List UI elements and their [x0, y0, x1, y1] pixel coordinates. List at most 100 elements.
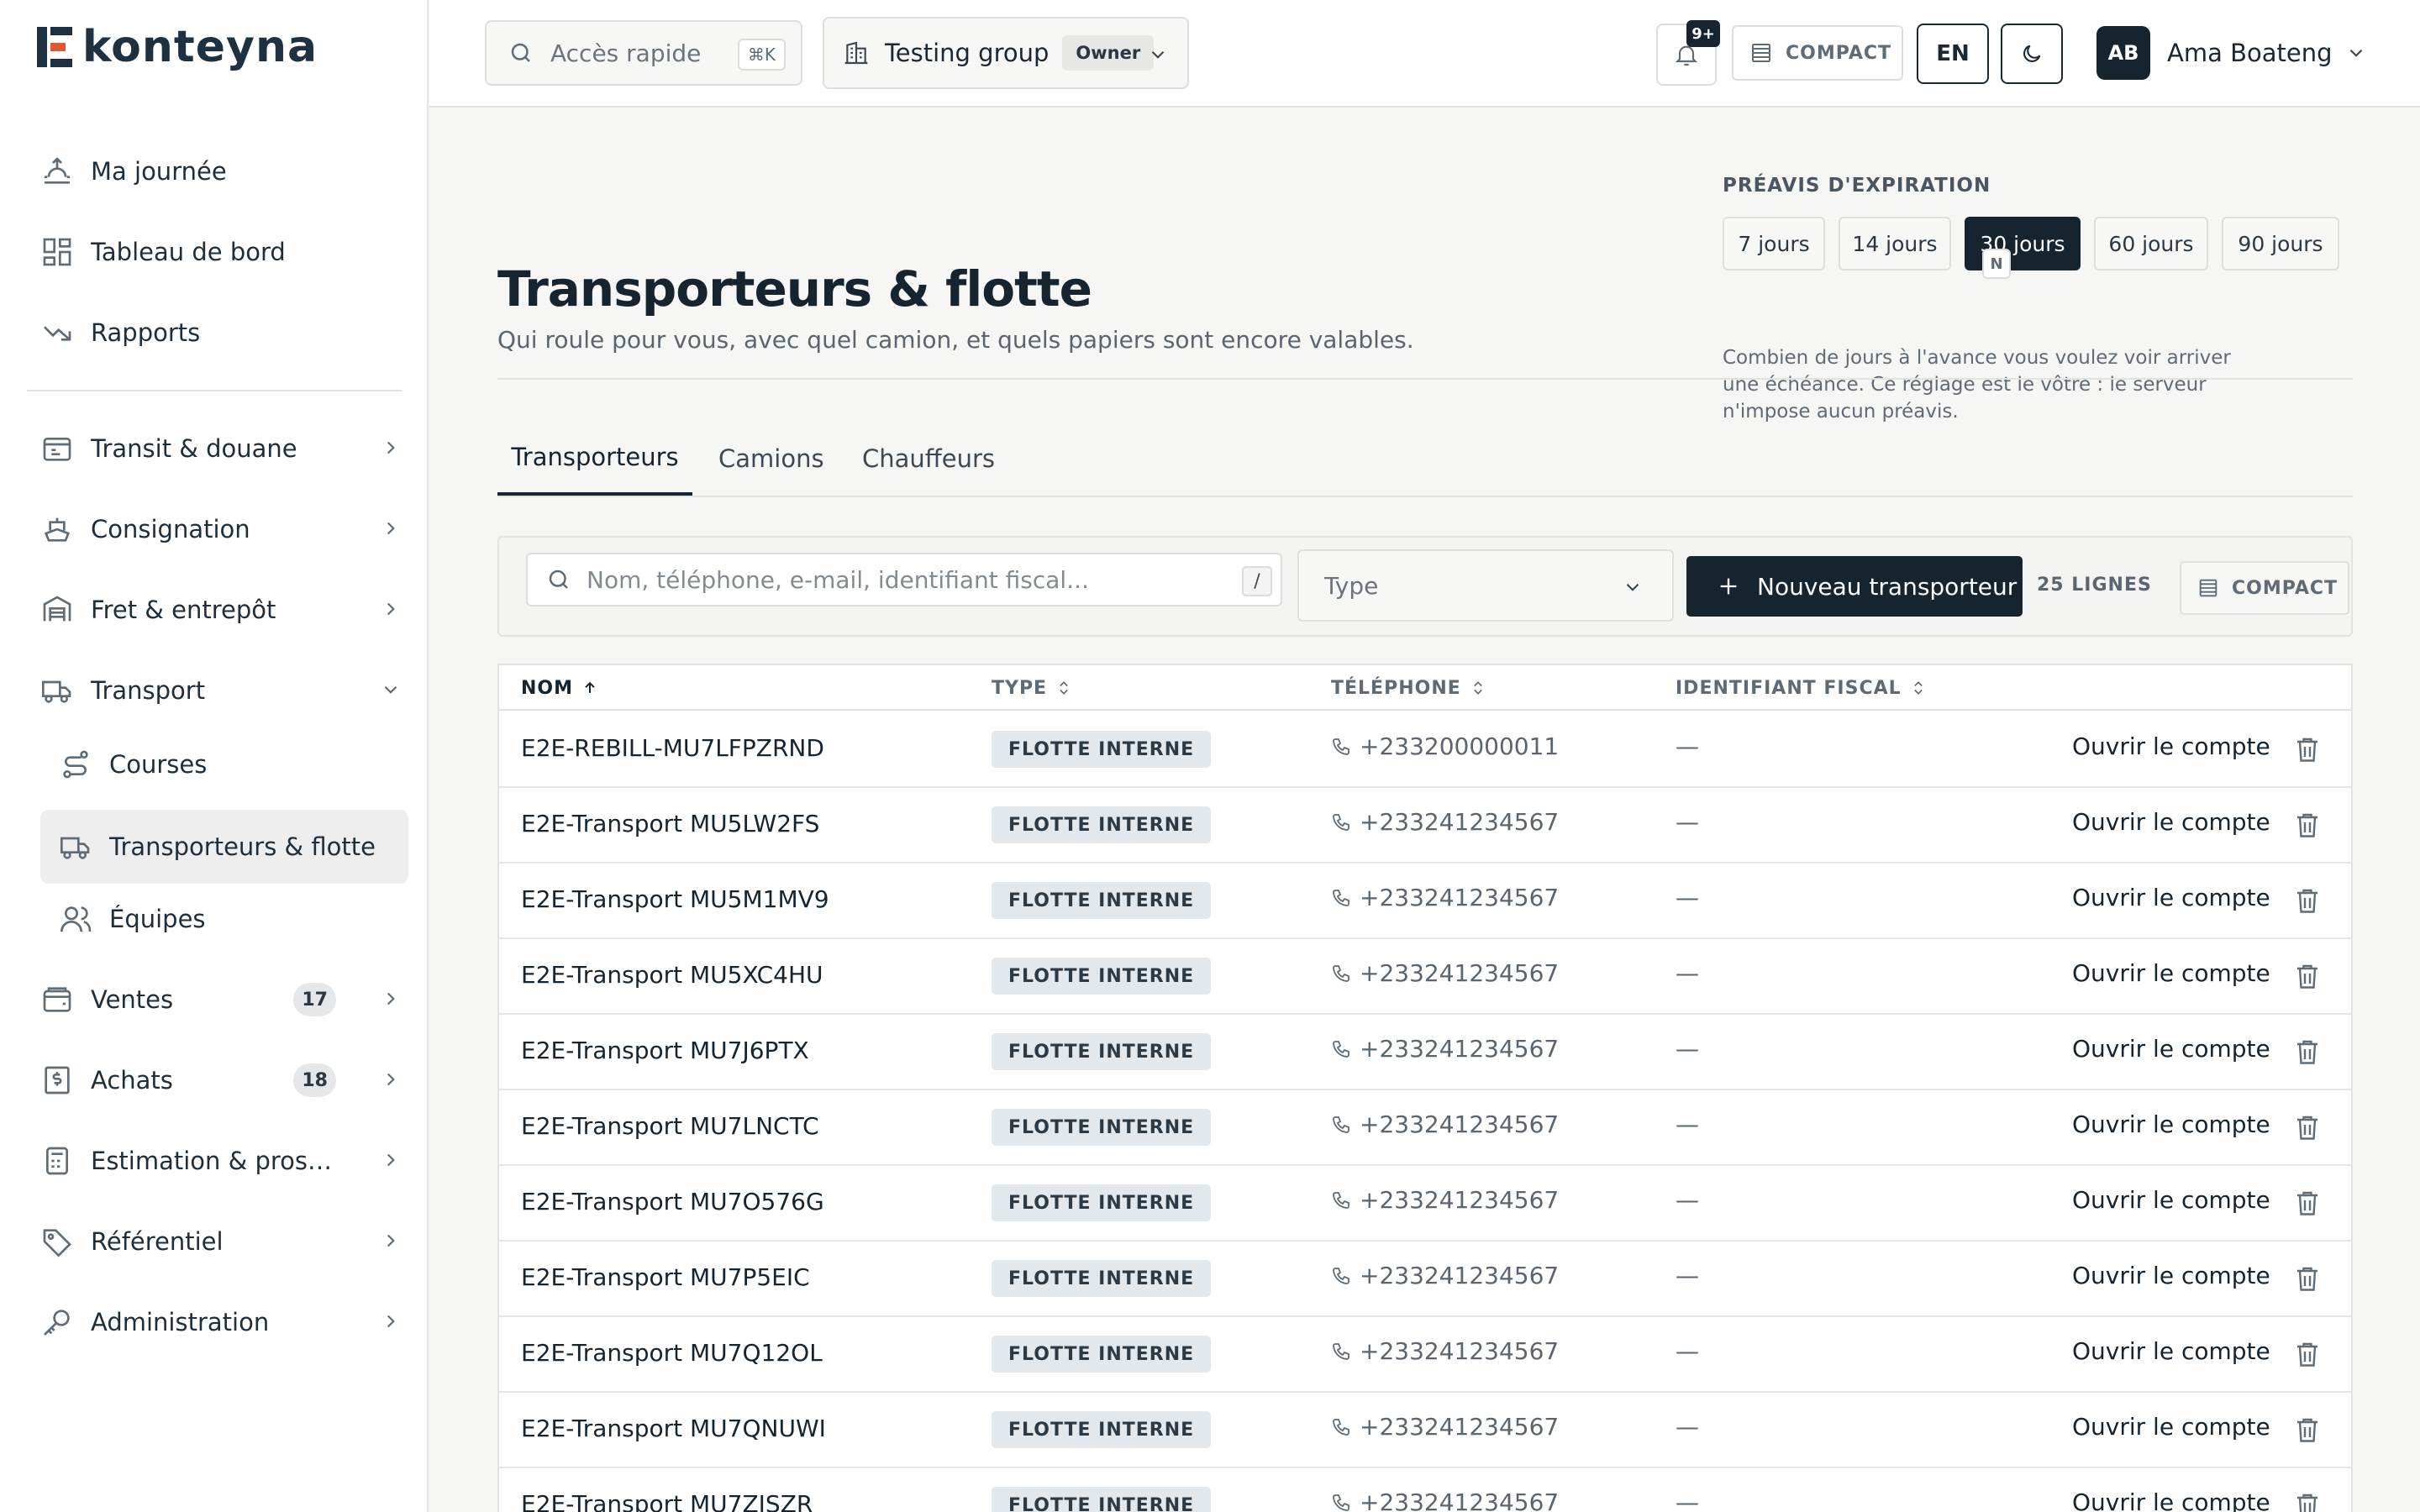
search-icon: [511, 43, 530, 62]
open-account-link[interactable]: Ouvrir le compte: [2072, 1262, 2270, 1289]
sidebar-item-transport[interactable]: Transport: [40, 660, 410, 721]
compact-toggle-button[interactable]: COMPACT: [1732, 25, 1903, 81]
group-switcher[interactable]: Testing group Owner: [823, 17, 1189, 89]
expiry-option-90[interactable]: 90 jours: [2222, 217, 2339, 270]
table-row[interactable]: E2E-Transport MU7P5EIC FLOTTE INTERNE +2…: [499, 1242, 2351, 1317]
search-placeholder: Nom, téléphone, e-mail, identifiant fisc…: [587, 565, 1089, 594]
table-row[interactable]: E2E-Transport MU7LNCTC FLOTTE INTERNE +2…: [499, 1090, 2351, 1166]
tab-chauffeurs[interactable]: Chauffeurs: [862, 422, 995, 496]
tab-camions[interactable]: Camions: [718, 422, 824, 496]
open-account-link[interactable]: Ouvrir le compte: [2072, 1413, 2270, 1441]
open-account-link[interactable]: Ouvrir le compte: [2072, 959, 2270, 987]
users-icon: [60, 906, 92, 932]
table-row[interactable]: E2E-Transport MU7ZISZR FLOTTE INTERNE +2…: [499, 1468, 2351, 1512]
table-row[interactable]: E2E-Transport MU7O576G FLOTTE INTERNE +2…: [499, 1166, 2351, 1242]
quick-access-button[interactable]: Accès rapide ⌘K: [485, 20, 802, 86]
column-header-type[interactable]: TYPE: [992, 665, 1072, 711]
top-bar: Accès rapide ⌘K Testing group Owner 9+ C…: [429, 0, 2420, 108]
sidebar-item-administration[interactable]: Administration: [40, 1292, 410, 1352]
trash-icon[interactable]: [2292, 810, 2323, 840]
sidebar-item-rapports[interactable]: Rapports: [40, 302, 410, 363]
language-switch-button[interactable]: EN: [1917, 24, 1989, 84]
rows-count: 25 LIGNES: [2037, 575, 2152, 596]
fiscal-id: —: [1676, 1262, 1699, 1289]
column-header-phone[interactable]: TÉLÉPHONE: [1331, 665, 1486, 711]
trash-icon[interactable]: [2292, 1188, 2323, 1218]
type-badge: FLOTTE INTERNE: [992, 1260, 1212, 1297]
sidebar-item-ma-journee[interactable]: Ma journée: [40, 141, 410, 202]
open-account-link[interactable]: Ouvrir le compte: [2072, 732, 2270, 760]
table-row[interactable]: E2E-REBILL-MU7LFPZRND FLOTTE INTERNE +23…: [499, 712, 2351, 788]
trash-icon[interactable]: [2292, 1490, 2323, 1512]
sidebar-item-referentiel[interactable]: Référentiel: [40, 1211, 410, 1272]
sidebar-item-equipes[interactable]: Équipes: [40, 889, 408, 949]
fiscal-id: —: [1676, 1413, 1699, 1441]
sidebar-item-fret-entrepot[interactable]: Fret & entrepôt: [40, 580, 410, 640]
table-row[interactable]: E2E-Transport MU5M1MV9 FLOTTE INTERNE +2…: [499, 864, 2351, 939]
chevron-right-icon: [387, 602, 395, 616]
open-account-link[interactable]: Ouvrir le compte: [2072, 1337, 2270, 1365]
transporter-name: E2E-Transport MU7O576G: [521, 1188, 824, 1215]
sidebar-item-achats[interactable]: Achats 18: [40, 1050, 410, 1110]
trash-icon[interactable]: [2292, 885, 2323, 916]
trash-icon[interactable]: [2292, 1415, 2323, 1445]
fiscal-id: —: [1676, 1337, 1699, 1365]
chevron-right-icon: [387, 1315, 395, 1328]
table-row[interactable]: E2E-Transport MU7Q12OL FLOTTE INTERNE +2…: [499, 1317, 2351, 1393]
phone-icon: [1333, 1418, 1349, 1436]
open-account-link[interactable]: Ouvrir le compte: [2072, 1186, 2270, 1214]
sidebar-item-courses[interactable]: Courses: [40, 734, 408, 795]
table-row[interactable]: E2E-Transport MU7J6PTX FLOTTE INTERNE +2…: [499, 1015, 2351, 1090]
table-row[interactable]: E2E-Transport MU5XC4HU FLOTTE INTERNE +2…: [499, 939, 2351, 1015]
sidebar-item-tableau-de-bord[interactable]: Tableau de bord: [40, 222, 410, 282]
phone-icon: [1333, 1191, 1349, 1209]
sidebar-item-estimation-prospection[interactable]: Estimation & prospec...: [40, 1131, 410, 1191]
phone-number: +233241234567: [1360, 959, 1560, 987]
sidebar-item-label: Transit & douane: [91, 434, 297, 463]
chevron-down-icon: [1151, 50, 1165, 59]
sidebar-item-label: Fret & entrepôt: [91, 596, 276, 624]
open-account-link[interactable]: Ouvrir le compte: [2072, 1488, 2270, 1512]
fiscal-id: —: [1676, 1035, 1699, 1063]
expiry-option-7[interactable]: 7 jours: [1723, 217, 1825, 270]
open-account-link[interactable]: Ouvrir le compte: [2072, 808, 2270, 836]
expiry-option-60[interactable]: 60 jours: [2094, 217, 2208, 270]
transporters-table: NOM TYPE TÉLÉPHONE IDENTIFIANT FISCAL E2…: [497, 664, 2353, 1512]
type-filter-select[interactable]: Type: [1297, 549, 1674, 622]
column-header-name[interactable]: NOM: [521, 665, 598, 711]
trash-icon[interactable]: [2292, 961, 2323, 991]
open-account-link[interactable]: Ouvrir le compte: [2072, 1035, 2270, 1063]
phone-cell: +233241234567: [1331, 1110, 1559, 1138]
type-badge: FLOTTE INTERNE: [992, 731, 1212, 768]
sidebar-item-ventes[interactable]: Ventes 17: [40, 969, 410, 1030]
column-header-fiscal-id[interactable]: IDENTIFIANT FISCAL: [1676, 665, 1927, 711]
trash-icon[interactable]: [2292, 1037, 2323, 1067]
search-input[interactable]: Nom, téléphone, e-mail, identifiant fisc…: [526, 553, 1282, 606]
sidebar-item-consignation[interactable]: Consignation: [40, 499, 410, 559]
sidebar-item-transporteurs-flotte[interactable]: Transporteurs & flotte: [40, 810, 408, 884]
transporter-name: E2E-Transport MU7J6PTX: [521, 1037, 809, 1064]
theme-toggle-button[interactable]: [2001, 24, 2063, 84]
new-transporter-button[interactable]: Nouveau transporteur: [1686, 556, 2023, 617]
column-header-label: TYPE: [992, 677, 1048, 699]
open-account-link[interactable]: Ouvrir le compte: [2072, 1110, 2270, 1138]
notifications-button[interactable]: 9+: [1656, 20, 1720, 86]
fiscal-id: —: [1676, 1488, 1699, 1512]
trash-icon[interactable]: [2292, 734, 2323, 764]
user-menu[interactable]: AB Ama Boateng: [2096, 25, 2382, 81]
trash-icon[interactable]: [2292, 1339, 2323, 1369]
header-divider: [497, 378, 2353, 380]
brand-logo[interactable]: konteyna: [35, 24, 318, 71]
fiscal-id: —: [1676, 884, 1699, 911]
trash-icon[interactable]: [2292, 1112, 2323, 1142]
fiscal-id: —: [1676, 959, 1699, 987]
expiry-option-14[interactable]: 14 jours: [1839, 217, 1951, 270]
trash-icon[interactable]: [2292, 1263, 2323, 1294]
open-account-link[interactable]: Ouvrir le compte: [2072, 884, 2270, 911]
table-row[interactable]: E2E-Transport MU7QNUWI FLOTTE INTERNE +2…: [499, 1393, 2351, 1468]
sidebar-item-transit-douane[interactable]: Transit & douane: [40, 418, 410, 479]
tab-transporteurs[interactable]: Transporteurs: [497, 422, 692, 496]
table-compact-toggle[interactable]: COMPACT: [2180, 561, 2349, 615]
phone-number: +233241234567: [1360, 1110, 1560, 1138]
table-row[interactable]: E2E-Transport MU5LW2FS FLOTTE INTERNE +2…: [499, 788, 2351, 864]
